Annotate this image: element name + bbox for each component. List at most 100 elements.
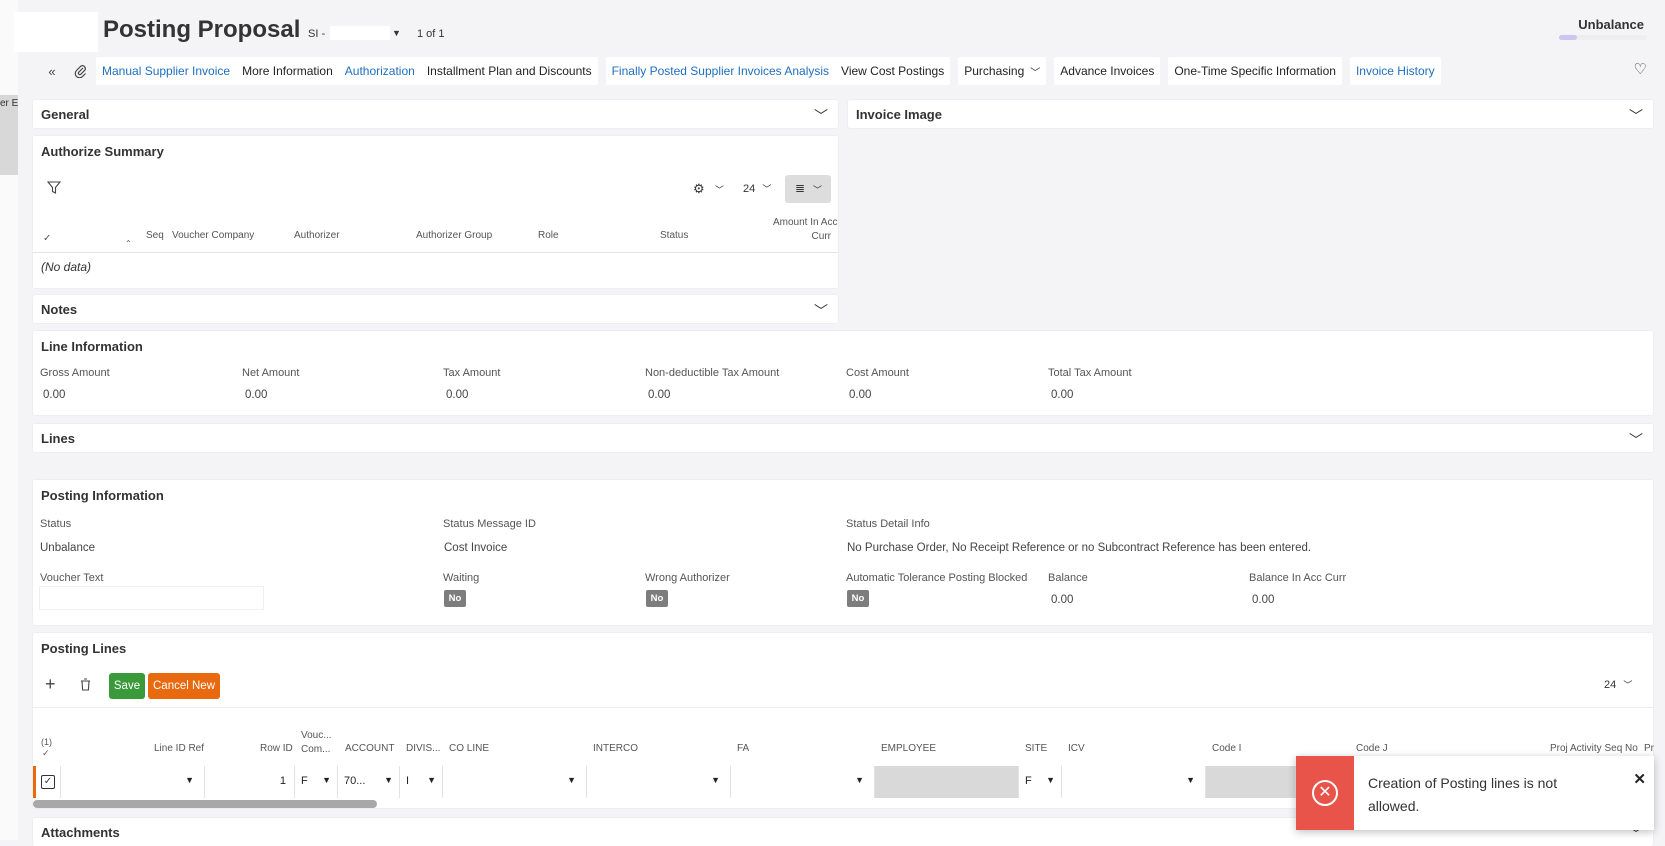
col-row-id[interactable]: Row ID [260, 743, 293, 754]
select-all-checkmark-icon[interactable]: ✓ [42, 748, 50, 759]
selected-count: (1) [41, 737, 52, 747]
co-line-cell[interactable]: ▼ [443, 766, 587, 798]
interco-cell[interactable]: ▼ [587, 766, 731, 798]
finally-posted-analysis-link[interactable]: Finally Posted Supplier Invoices Analysi… [605, 57, 836, 85]
row-select-cell[interactable]: ✓ [33, 766, 61, 798]
auto-tolerance-label: Automatic Tolerance Posting Blocked [846, 572, 1028, 584]
filter-icon[interactable] [46, 181, 62, 198]
account-value: 70... [344, 775, 366, 787]
status-message-value: Cost Invoice [444, 542, 508, 554]
navigator-item-label[interactable]: er E [0, 98, 18, 109]
chevron-down-icon[interactable]: ﹀ [1629, 106, 1643, 126]
col-division[interactable]: DIVIS... [406, 743, 440, 754]
col-account[interactable]: ACCOUNT [345, 743, 394, 754]
chevron-down-icon[interactable]: ﹀ [715, 183, 724, 196]
col-site[interactable]: SITE [1025, 743, 1047, 754]
chevron-down-icon: ﹀ [762, 184, 772, 194]
record-selector[interactable]: SI - ▼ [308, 26, 401, 40]
icv-cell[interactable]: ▼ [1062, 766, 1206, 798]
col-voucher-company[interactable]: Voucher Company [172, 230, 254, 241]
add-icon[interactable]: + [45, 674, 56, 695]
col-employee[interactable]: EMPLOYEE [881, 743, 936, 754]
balance-label: Balance [1048, 572, 1088, 584]
line-id-ref-cell[interactable]: ▼ [61, 766, 205, 798]
col-icv[interactable]: ICV [1068, 743, 1085, 754]
col-voucher-company[interactable]: Vouc... Com... [301, 729, 332, 757]
chevron-down-icon: ﹀ [1030, 67, 1041, 79]
logo [14, 12, 98, 52]
command-group-2: Finally Posted Supplier Invoices Analysi… [605, 57, 951, 85]
account-cell[interactable]: 70... ▼ [338, 766, 400, 798]
authorization-link[interactable]: Authorization [338, 57, 421, 85]
invoice-image-panel[interactable]: Invoice Image ﹀ [848, 100, 1653, 128]
invoice-image-title: Invoice Image [856, 107, 942, 122]
balance-acc-value: 0.00 [1252, 594, 1275, 606]
col-co-line[interactable]: CO LINE [449, 743, 489, 754]
chevron-down-icon[interactable]: ﹀ [814, 301, 828, 321]
page-size-select[interactable]: 24 ﹀ [743, 182, 771, 195]
col-seq[interactable]: Seq [146, 230, 164, 241]
col-fa[interactable]: FA [737, 743, 749, 754]
col-code-j[interactable]: Code J [1356, 743, 1388, 754]
attachment-icon[interactable] [68, 57, 92, 85]
voucher-company-value: F [301, 775, 308, 787]
notes-panel[interactable]: Notes ﹀ [33, 295, 838, 323]
favorite-heart-icon[interactable]: ♡ [1634, 60, 1647, 78]
purchasing-menu[interactable]: Purchasing ﹀ [958, 57, 1047, 85]
caret-down-icon[interactable]: ▼ [427, 775, 436, 785]
advance-invoices-button[interactable]: Advance Invoices [1054, 57, 1161, 85]
site-cell[interactable]: F ▼ [1019, 766, 1062, 798]
gear-icon[interactable]: ⚙ [693, 181, 705, 197]
row-id-cell[interactable]: 1 [205, 766, 295, 798]
caret-down-icon[interactable]: ▼ [322, 775, 331, 785]
more-information-button[interactable]: More Information [236, 57, 339, 85]
manual-supplier-invoice-link[interactable]: Manual Supplier Invoice [96, 57, 237, 85]
page-size-select[interactable]: 24 ﹀ [1604, 678, 1632, 691]
chevron-down-icon[interactable]: ﹀ [814, 106, 828, 126]
caret-down-icon[interactable]: ▼ [185, 775, 194, 785]
caret-down-icon[interactable]: ▼ [1046, 775, 1055, 785]
chevron-down-icon[interactable]: ﹀ [1629, 430, 1643, 450]
save-button[interactable]: Save [109, 673, 145, 699]
col-proj-activity-seq[interactable]: Proj Activity Seq No [1550, 743, 1638, 754]
invoice-history-link[interactable]: Invoice History [1349, 57, 1441, 85]
col-line-id-ref[interactable]: Line ID Ref [154, 743, 204, 754]
delete-trash-icon[interactable] [80, 678, 91, 694]
view-mode-button[interactable]: ≣ ﹀ [785, 175, 831, 203]
col-authorizer-group[interactable]: Authorizer Group [416, 230, 492, 241]
col-interco[interactable]: INTERCO [593, 743, 638, 754]
horizontal-scrollbar[interactable] [33, 800, 377, 808]
lines-panel[interactable]: Lines ﹀ [33, 424, 1653, 452]
col-code-i[interactable]: Code I [1212, 743, 1241, 754]
record-count: 1 of 1 [417, 28, 445, 40]
col-pr[interactable]: Pr [1644, 743, 1654, 754]
cost-amount-value: 0.00 [849, 389, 872, 401]
sort-up-icon[interactable]: ⌃ [125, 239, 132, 248]
caret-down-icon[interactable]: ▼ [384, 775, 393, 785]
fa-cell[interactable]: ▼ [731, 766, 875, 798]
page-size-value: 24 [1604, 679, 1617, 691]
status-detail-label: Status Detail Info [846, 518, 930, 530]
caret-down-icon[interactable]: ▼ [392, 28, 401, 38]
close-icon[interactable]: ✕ [1633, 770, 1646, 788]
waiting-badge: No [444, 590, 466, 607]
select-all-checkmark-icon[interactable]: ✓ [43, 233, 51, 244]
voucher-text-input[interactable] [39, 586, 264, 610]
division-cell[interactable]: I ▼ [400, 766, 443, 798]
general-panel[interactable]: General ﹀ [33, 100, 838, 128]
col-role[interactable]: Role [538, 230, 559, 241]
checkbox-checked-icon[interactable]: ✓ [41, 775, 55, 789]
col-amount-acc-curr[interactable]: Amount In Acc Curr [773, 216, 837, 244]
voucher-company-cell[interactable]: F ▼ [295, 766, 338, 798]
col-authorizer[interactable]: Authorizer [294, 230, 340, 241]
caret-down-icon[interactable]: ▼ [1186, 775, 1195, 785]
installment-plan-button[interactable]: Installment Plan and Discounts [420, 57, 598, 85]
view-cost-postings-button[interactable]: View Cost Postings [835, 57, 951, 85]
one-time-info-button[interactable]: One-Time Specific Information [1168, 57, 1342, 85]
caret-down-icon[interactable]: ▼ [711, 775, 720, 785]
col-status[interactable]: Status [660, 230, 688, 241]
caret-down-icon[interactable]: ▼ [855, 775, 864, 785]
cancel-new-button[interactable]: Cancel New [148, 673, 220, 699]
collapse-navigator-icon[interactable]: « [40, 57, 64, 85]
caret-down-icon[interactable]: ▼ [567, 775, 576, 785]
